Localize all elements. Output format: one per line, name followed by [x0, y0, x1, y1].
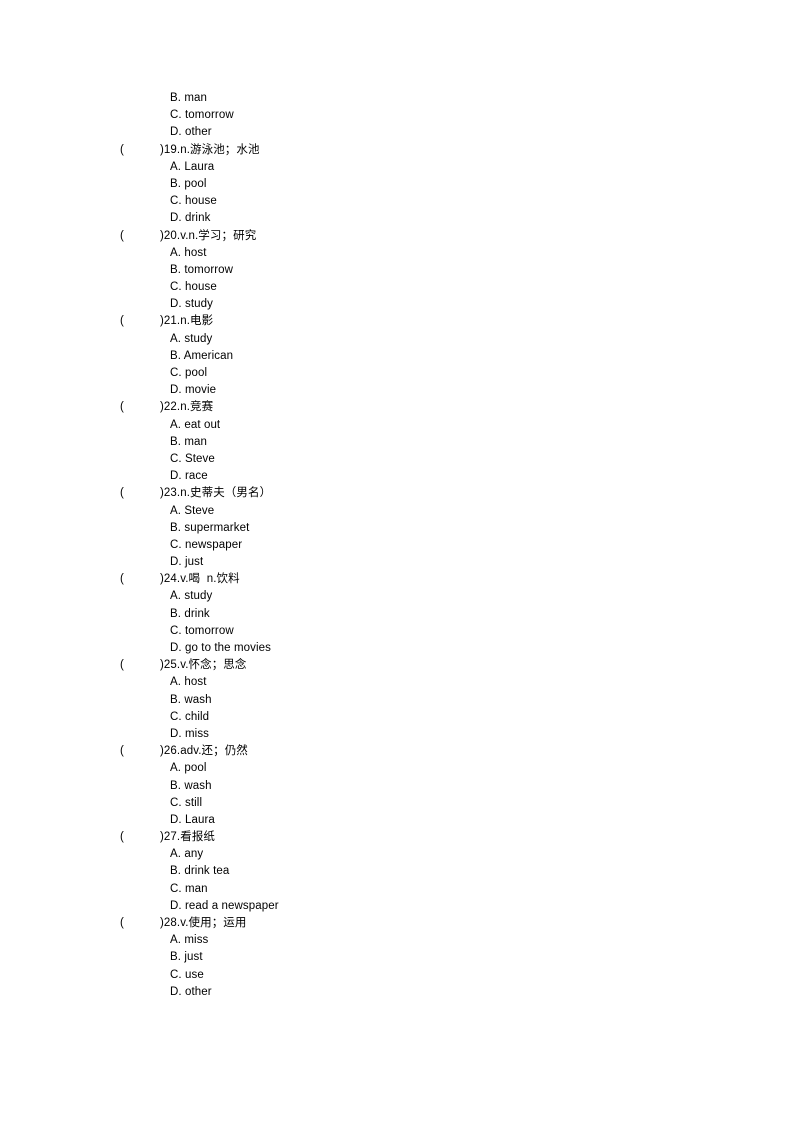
question-stem: ()28.v.使用；运用 [0, 915, 794, 932]
worksheet-content: B. man C. tomorrow D. other()19.n.游泳池；水池 A.… [0, 90, 794, 1001]
question-stem: ()19.n.游泳池；水池 [0, 142, 794, 159]
question-stem: ()26.adv.还；仍然 [0, 743, 794, 760]
answer-option[interactable]: A. miss [0, 932, 794, 949]
answer-option[interactable]: B. man [0, 434, 794, 451]
answer-option[interactable]: C. pool [0, 365, 794, 382]
question-stem: ()20.v.n.学习；研究 [0, 228, 794, 245]
answer-option[interactable]: B. supermarket [0, 520, 794, 537]
answer-option[interactable]: A. study [0, 588, 794, 605]
answer-blank-bracket[interactable]: ( [120, 829, 160, 846]
question-stem: ()24.v.喝 n.饮料 [0, 571, 794, 588]
answer-option[interactable]: A. Steve [0, 503, 794, 520]
answer-option[interactable]: B. wash [0, 778, 794, 795]
answer-option[interactable]: B. American [0, 348, 794, 365]
answer-option[interactable]: C. house [0, 279, 794, 296]
answer-option[interactable]: C. house [0, 193, 794, 210]
answer-option[interactable]: D. just [0, 554, 794, 571]
question-stem: ()25.v.怀念；思念 [0, 657, 794, 674]
question-prompt-text: )23.n.史蒂夫（男名） [160, 487, 272, 500]
answer-option[interactable]: B. wash [0, 692, 794, 709]
question-stem: ()23.n.史蒂夫（男名） [0, 485, 794, 502]
question-stem: ()21.n.电影 [0, 313, 794, 330]
answer-option[interactable]: D. drink [0, 210, 794, 227]
document-page: B. man C. tomorrow D. other()19.n.游泳池；水池 A.… [0, 0, 794, 1123]
answer-option[interactable]: A. host [0, 674, 794, 691]
answer-option[interactable]: A. any [0, 846, 794, 863]
answer-option[interactable]: C. use [0, 967, 794, 984]
question-prompt-text: )25.v.怀念；思念 [160, 659, 247, 672]
answer-option[interactable]: C. Steve [0, 451, 794, 468]
answer-option[interactable]: B. tomorrow [0, 262, 794, 279]
answer-option[interactable]: A. host [0, 245, 794, 262]
question-prompt-text: )20.v.n.学习；研究 [160, 229, 257, 242]
answer-option[interactable]: D. Laura [0, 812, 794, 829]
answer-option[interactable]: C. tomorrow [0, 623, 794, 640]
answer-option[interactable]: C. man [0, 881, 794, 898]
answer-blank-bracket[interactable]: ( [120, 313, 160, 330]
answer-blank-bracket[interactable]: ( [120, 399, 160, 416]
answer-blank-bracket[interactable]: ( [120, 228, 160, 245]
answer-option[interactable]: A. study [0, 331, 794, 348]
answer-option[interactable]: D. movie [0, 382, 794, 399]
answer-option[interactable]: B. drink tea [0, 863, 794, 880]
answer-option[interactable]: A. Laura [0, 159, 794, 176]
answer-option[interactable]: D. race [0, 468, 794, 485]
answer-option[interactable]: C. newspaper [0, 537, 794, 554]
answer-option[interactable]: D. study [0, 296, 794, 313]
answer-option[interactable]: A. pool [0, 760, 794, 777]
answer-option[interactable]: B. drink [0, 606, 794, 623]
question-prompt-text: )24.v.喝 n.饮料 [160, 573, 240, 586]
answer-option[interactable]: C. child [0, 709, 794, 726]
answer-blank-bracket[interactable]: ( [120, 915, 160, 932]
question-prompt-text: )28.v.使用；运用 [160, 917, 247, 929]
answer-option[interactable]: C. tomorrow [0, 107, 794, 124]
answer-blank-bracket[interactable]: ( [120, 571, 160, 588]
question-prompt-text: )19.n.游泳池；水池 [160, 143, 260, 156]
answer-option[interactable]: D. other [0, 124, 794, 141]
answer-option[interactable]: A. eat out [0, 417, 794, 434]
answer-option[interactable]: B. pool [0, 176, 794, 193]
question-prompt-text: )21.n.电影 [160, 315, 214, 328]
answer-option[interactable]: C. still [0, 795, 794, 812]
question-stem: ()22.n.竞赛 [0, 399, 794, 416]
answer-blank-bracket[interactable]: ( [120, 657, 160, 674]
answer-option[interactable]: D. read a newspaper [0, 898, 794, 915]
answer-blank-bracket[interactable]: ( [120, 485, 160, 502]
question-prompt-text: )27.看报纸 [160, 831, 216, 844]
answer-blank-bracket[interactable]: ( [120, 743, 160, 760]
answer-blank-bracket[interactable]: ( [120, 142, 160, 159]
answer-option[interactable]: B. just [0, 949, 794, 966]
question-prompt-text: )22.n.竞赛 [160, 401, 214, 414]
question-prompt-text: )26.adv.还；仍然 [160, 745, 248, 758]
answer-option[interactable]: B. man [0, 90, 794, 107]
answer-option[interactable]: D. go to the movies [0, 640, 794, 657]
answer-option[interactable]: D. other [0, 984, 794, 1001]
question-stem: ()27.看报纸 [0, 829, 794, 846]
answer-option[interactable]: D. miss [0, 726, 794, 743]
